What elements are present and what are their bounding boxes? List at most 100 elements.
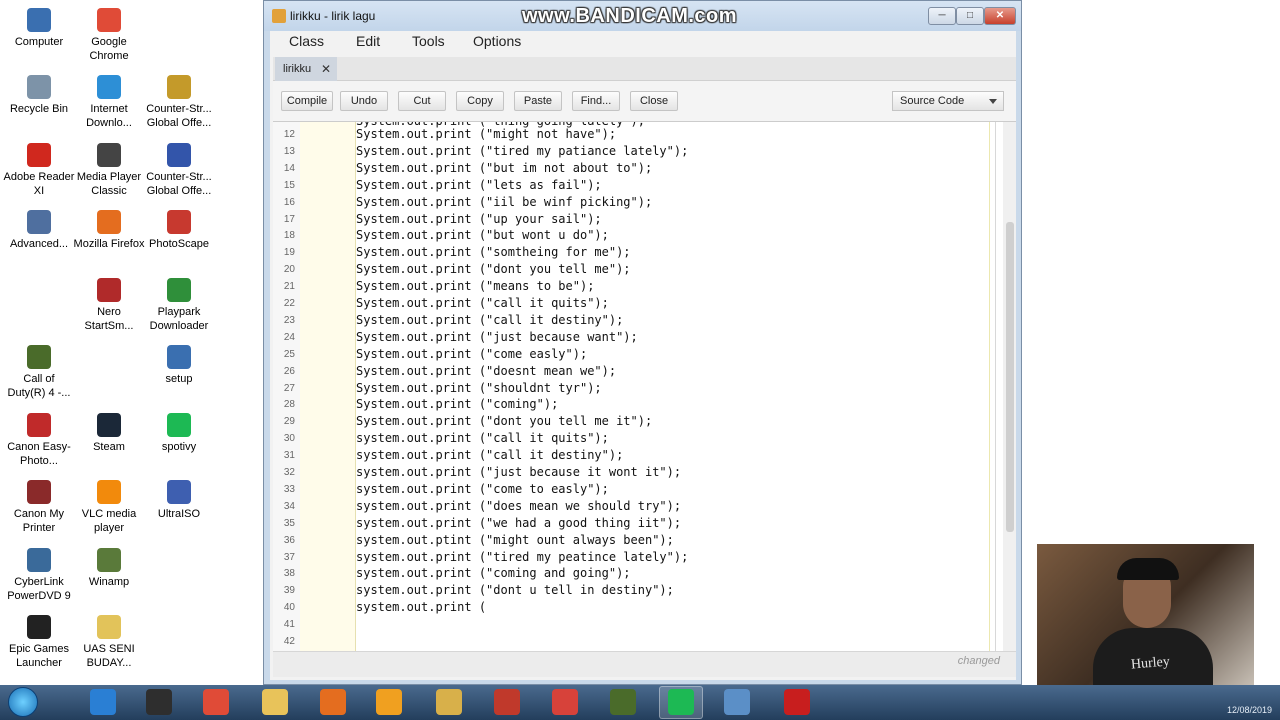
- desktop-shortcut[interactable]: Google Chrome: [73, 8, 145, 63]
- desktop-shortcut[interactable]: UAS SENI BUDAY...: [73, 615, 145, 670]
- code-line: 31 system.out.print ("call it destiny");: [273, 447, 973, 464]
- menu-options[interactable]: Options: [473, 33, 521, 49]
- line-number: 20: [283, 264, 295, 276]
- code-text: system.out.print ("coming and going");: [356, 566, 631, 581]
- desktop-shortcut[interactable]: Mozilla Firefox: [73, 210, 145, 251]
- desktop-shortcut[interactable]: Recycle Bin: [3, 75, 75, 116]
- taskbar-character-icon[interactable]: [494, 689, 520, 715]
- chrome-icon: [97, 8, 121, 32]
- desktop-shortcut-label: setup: [165, 373, 193, 385]
- tab-close-icon[interactable]: ✕: [321, 57, 331, 81]
- copy-button[interactable]: Copy: [456, 91, 504, 111]
- desktop-shortcut[interactable]: Steam: [73, 413, 145, 454]
- code-line: 15 System.out.print ("lets as fail");: [273, 177, 973, 194]
- line-number: 23: [283, 314, 295, 326]
- code-text: system.out.print ("call it destiny");: [356, 448, 624, 463]
- code-text: System.out.print ("somtheing for me");: [356, 245, 631, 260]
- find-button[interactable]: Find...: [572, 91, 620, 111]
- desktop-shortcut-label: Adobe Reader XI: [3, 171, 75, 197]
- window-titlebar[interactable]: lirikku - lirik lagu www.BANDICAM.com ─ …: [264, 1, 1021, 31]
- code-text: System.out.print ("dont you tell me");: [356, 262, 631, 277]
- view-mode-select[interactable]: Source Code: [892, 91, 1004, 111]
- maximize-button[interactable]: □: [956, 7, 984, 25]
- start-button[interactable]: [8, 687, 38, 717]
- close-window-button[interactable]: ✕: [984, 7, 1016, 25]
- taskbar-chrome-icon[interactable]: [203, 689, 229, 715]
- taskbar-firefox-icon[interactable]: [320, 689, 346, 715]
- code-line: 42: [273, 633, 973, 650]
- line-number: 34: [283, 500, 295, 512]
- epic-icon: [27, 615, 51, 639]
- code-text: system.out.print ("we had a good thing i…: [356, 515, 682, 530]
- desktop-shortcut[interactable]: Winamp: [73, 548, 145, 589]
- desktop-shortcut[interactable]: Epic Games Launcher: [3, 615, 75, 670]
- desktop-shortcut[interactable]: PhotoScape: [143, 210, 215, 251]
- line-number: 13: [283, 145, 295, 157]
- desktop-shortcut[interactable]: VLC media player: [73, 480, 145, 535]
- menu-edit[interactable]: Edit: [356, 33, 380, 49]
- photoscape-icon: [167, 210, 191, 234]
- desktop-shortcut[interactable]: Canon My Printer: [3, 480, 75, 535]
- taskbar-game-icon[interactable]: [146, 689, 172, 715]
- line-number: 28: [283, 399, 295, 411]
- code-line: 37 system.out.print ("tired my peatince l…: [273, 549, 973, 566]
- desktop-shortcut[interactable]: Internet Downlo...: [73, 75, 145, 130]
- line-number: 17: [283, 213, 295, 225]
- code-line: 29 System.out.print ("dont you tell me it…: [273, 413, 973, 430]
- code-line: 34 system.out.print ("does mean we should…: [273, 498, 973, 515]
- close-button[interactable]: Close: [630, 91, 678, 111]
- person-cap: [1117, 558, 1179, 580]
- desktop-shortcut-label: Winamp: [88, 576, 130, 588]
- cod-icon: [27, 345, 51, 369]
- desktop-shortcut[interactable]: Advanced...: [3, 210, 75, 251]
- line-number: 42: [283, 636, 295, 647]
- desktop-shortcut[interactable]: Canon Easy-Photo...: [3, 413, 75, 468]
- code-text: system.out.print (: [356, 600, 487, 615]
- compile-button[interactable]: Compile: [281, 91, 333, 111]
- canon-icon: [27, 413, 51, 437]
- paste-button[interactable]: Paste: [514, 91, 562, 111]
- code-line: 20 System.out.print ("dont you tell me");: [273, 261, 973, 278]
- taskbar-spotify-icon[interactable]: [668, 689, 694, 715]
- desktop-shortcut-label: UAS SENI BUDAY...: [83, 643, 135, 669]
- taskbar-tool-icon[interactable]: [436, 689, 462, 715]
- desktop-shortcut[interactable]: Computer: [3, 8, 75, 49]
- line-number: 15: [283, 179, 295, 191]
- desktop-shortcut[interactable]: UltraISO: [143, 480, 215, 521]
- clock[interactable]: 12/08/2019: [1227, 705, 1272, 715]
- desktop-shortcut[interactable]: spotivy: [143, 413, 215, 454]
- cut-button[interactable]: Cut: [398, 91, 446, 111]
- taskbar-bluej-icon[interactable]: [724, 689, 750, 715]
- minimize-button[interactable]: ─: [928, 7, 956, 25]
- menu-tools[interactable]: Tools: [412, 33, 445, 49]
- desktop-shortcut[interactable]: Call of Duty(R) 4 -...: [3, 345, 75, 400]
- line-number: 39: [283, 585, 295, 597]
- code-text: System.out.print ("up your sail");: [356, 211, 602, 226]
- taskbar-explorer-icon[interactable]: [262, 689, 288, 715]
- scrollbar-thumb[interactable]: [1006, 222, 1014, 532]
- line-number: 29: [283, 416, 295, 428]
- code-editor[interactable]: System.out.print ("thing going lately");…: [273, 121, 1016, 651]
- shirt-logo: Hurley: [1130, 654, 1171, 673]
- code-line: 30 system.out.print ("call it quits");: [273, 430, 973, 447]
- taskbar-ie-icon[interactable]: [90, 689, 116, 715]
- line-number: 27: [283, 382, 295, 394]
- desktop-shortcut[interactable]: Playpark Downloader: [143, 278, 215, 333]
- desktop-shortcut[interactable]: setup: [143, 345, 215, 386]
- undo-button[interactable]: Undo: [340, 91, 388, 111]
- taskbar-download-icon[interactable]: [552, 689, 578, 715]
- desktop-shortcut[interactable]: Counter-Str... Global Offe...: [143, 143, 215, 198]
- tab-lirikku[interactable]: lirikku ✕: [275, 57, 337, 81]
- menu-class[interactable]: Class: [289, 33, 324, 49]
- desktop-shortcut[interactable]: Counter-Str... Global Offe...: [143, 75, 215, 130]
- taskbar-cod-icon[interactable]: [610, 689, 636, 715]
- taskbar-bandicam-icon[interactable]: [784, 689, 810, 715]
- powerdvd-icon: [27, 548, 51, 572]
- desktop-shortcut[interactable]: CyberLink PowerDVD 9: [3, 548, 75, 603]
- desktop-shortcut[interactable]: Media Player Classic: [73, 143, 145, 198]
- vlc-icon: [97, 480, 121, 504]
- code-line: 22 System.out.print ("call it quits");: [273, 295, 973, 312]
- taskbar-media-icon[interactable]: [376, 689, 402, 715]
- desktop-shortcut[interactable]: Nero StartSm...: [73, 278, 145, 333]
- desktop-shortcut[interactable]: Adobe Reader XI: [3, 143, 75, 198]
